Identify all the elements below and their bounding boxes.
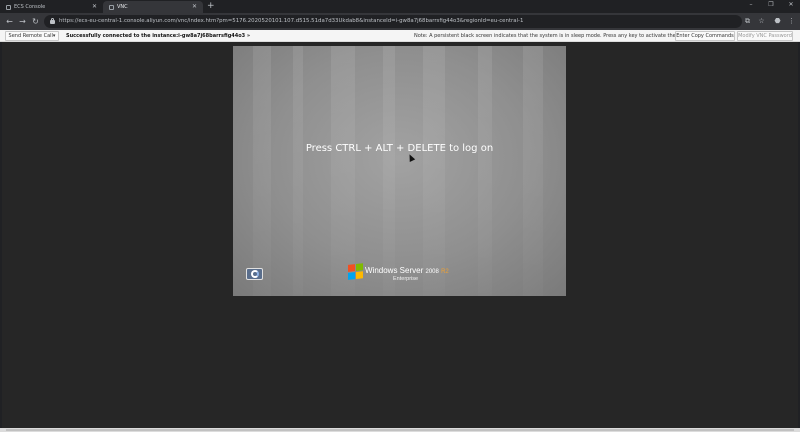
menu-icon[interactable]: ⋮ [786, 16, 797, 27]
brand-version: 2008 [425, 269, 439, 275]
restore-icon[interactable]: ❐ [764, 0, 778, 9]
tab-vnc[interactable]: VNC ✕ [103, 1, 203, 13]
background-streak [331, 46, 355, 296]
minimize-icon[interactable]: – [744, 0, 758, 9]
tab-ecs-console[interactable]: ECS Console ✕ [0, 1, 103, 13]
page-icon [6, 4, 11, 10]
lock-icon [50, 18, 55, 24]
edition-label: Enterprise [393, 276, 419, 282]
windows-logo-icon [348, 263, 364, 281]
tab-title: VNC [117, 4, 128, 10]
logon-prompt: Press CTRL + ALT + DELETE to log on [305, 143, 494, 154]
modify-vnc-password-button[interactable]: Modify VNC Password [737, 31, 793, 41]
back-icon[interactable]: ← [4, 16, 15, 27]
translate-icon[interactable]: ⧉ [742, 16, 753, 27]
star-icon[interactable]: ☆ [756, 16, 767, 27]
vnc-control-bar: Send Remote Call▾ Successfully connected… [0, 30, 800, 42]
background-streak [293, 46, 303, 296]
background-streak [253, 46, 271, 296]
sleep-mode-note: Note: A persistent black screen indicate… [414, 33, 697, 39]
tab-title: ECS Console [14, 4, 46, 10]
ease-of-access-icon[interactable] [246, 268, 263, 280]
brand-name: Windows Server [365, 266, 424, 275]
close-tab-icon[interactable]: ✕ [92, 3, 97, 10]
browser-tab-strip: ECS Console ✕ VNC ✕ + – ❐ ✕ [0, 0, 800, 13]
enter-copy-commands-button[interactable]: Enter Copy Commands [675, 31, 735, 41]
connection-status: Successfully connected to the instance:i… [66, 33, 251, 39]
scrollbar-thumb[interactable] [6, 429, 794, 431]
address-bar[interactable]: https://ecs-eu-central-1.console.aliyun.… [44, 15, 765, 28]
page-icon [109, 4, 114, 10]
forward-icon[interactable]: → [17, 16, 28, 27]
plus-icon[interactable]: + [207, 1, 215, 12]
remote-desktop-screen[interactable]: Press CTRL + ALT + DELETE to log on Wind… [233, 46, 566, 296]
horizontal-scrollbar[interactable] [0, 428, 800, 432]
mouse-cursor-icon [406, 153, 416, 162]
brand-release: R2 [441, 269, 449, 275]
browser-toolbar: ← → ↻ https://ecs-eu-central-1.console.a… [0, 13, 800, 30]
close-tab-icon[interactable]: ✕ [192, 3, 197, 10]
background-streak [383, 46, 395, 296]
close-window-icon[interactable]: ✕ [784, 0, 798, 9]
windows-server-brand: Windows Server 2008 R2 [365, 266, 449, 275]
url-text[interactable]: https://ecs-eu-central-1.console.aliyun.… [59, 15, 523, 28]
send-remote-call-button[interactable]: Send Remote Call▾ [5, 31, 59, 41]
extensions-icon[interactable]: ⬣ [772, 16, 783, 27]
reload-icon[interactable]: ↻ [30, 16, 41, 27]
